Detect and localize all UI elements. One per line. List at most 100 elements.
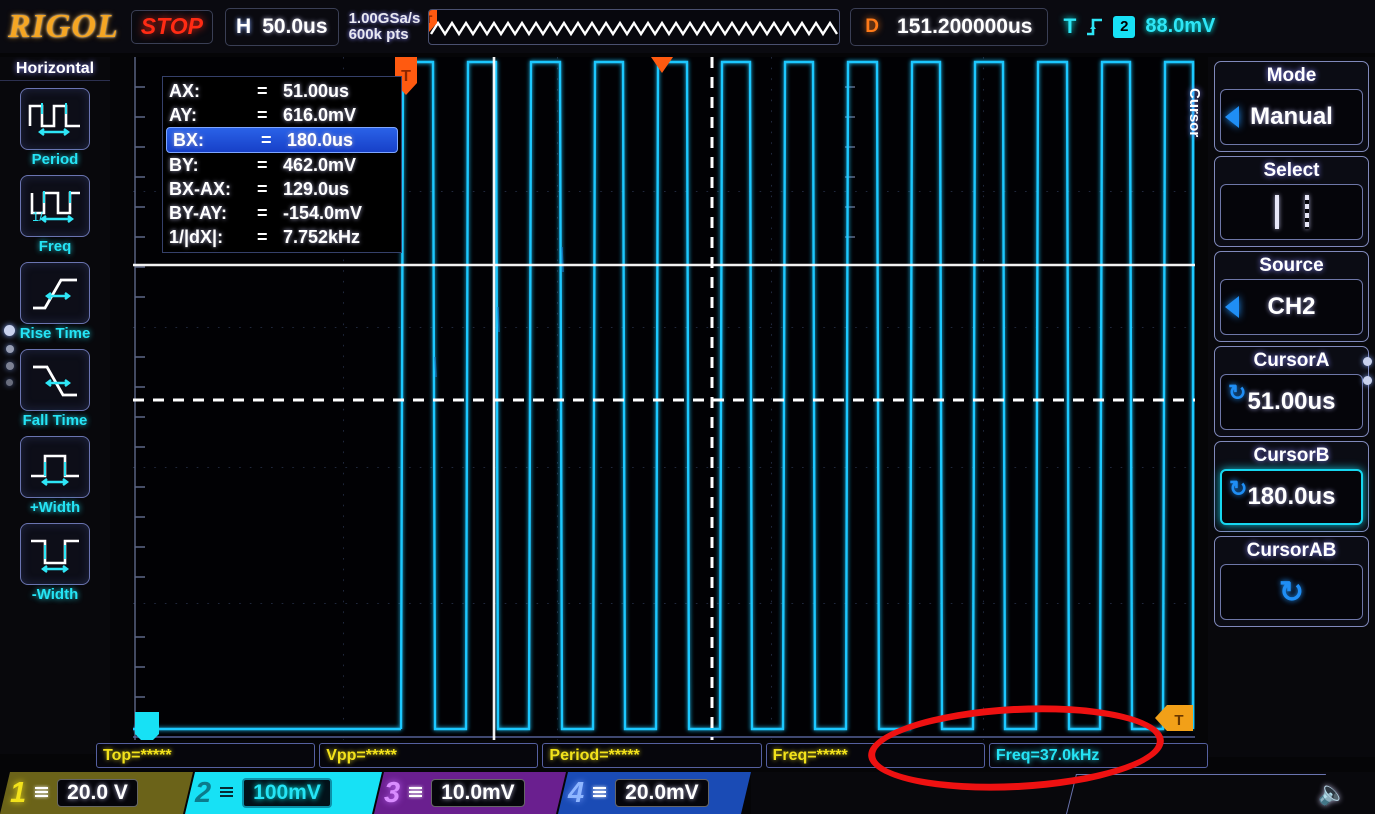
cursor-readout-eq: =: [257, 80, 268, 101]
channel-item-4[interactable]: 4 20.0mV: [558, 772, 751, 814]
acquisition-info: 1.00GSa/s 600k pts: [349, 11, 421, 42]
sidebar-item-positive-width[interactable]: +Width: [18, 436, 92, 516]
run-state-badge[interactable]: STOP: [130, 9, 214, 44]
rotary-knob-icon: ↻: [1278, 575, 1305, 609]
horizontal-label: H: [236, 14, 252, 38]
cursor-ab-field[interactable]: ↻: [1220, 564, 1363, 620]
sidebar-item-fall-time[interactable]: Fall Time: [18, 349, 92, 429]
cursor-readout-key: 1/|dX|:: [169, 226, 224, 247]
panel-page-indicator[interactable]: [1363, 357, 1372, 385]
left-arrow-icon: [1225, 296, 1239, 318]
svg-text:T: T: [428, 14, 433, 26]
cursor-readout-row-ay: AY: = 616.0mV: [163, 103, 401, 127]
source-title: Source: [1259, 255, 1324, 276]
menu-group-cursor-ab: CursorAB ↻: [1214, 536, 1369, 627]
sidebar-label-rise-time: Rise Time: [19, 325, 91, 342]
timebase-value: 50.0us: [262, 14, 328, 38]
svg-text:T: T: [1174, 712, 1183, 729]
speaker-mute-icon[interactable]: 🔈: [1318, 780, 1347, 807]
source-field[interactable]: CH2: [1220, 279, 1363, 335]
cursor-readout-row-by-ay: BY-AY: = -154.0mV: [163, 201, 401, 225]
svg-text:T: T: [401, 68, 411, 85]
sidebar-page-indicator[interactable]: [4, 325, 15, 386]
cursor-readout-eq: =: [261, 129, 272, 150]
page-dot: [5, 362, 14, 370]
solid-cursor-line-icon: [1274, 195, 1279, 229]
cursor-readout-key: AY:: [169, 104, 198, 125]
menu-group-source: Source CH2: [1214, 251, 1369, 342]
overview-trace: [430, 20, 839, 36]
negative-width-measure-icon: [20, 523, 90, 585]
sidebar-item-period[interactable]: Period: [18, 88, 92, 168]
measurement-item-top[interactable]: Top=*****: [96, 743, 316, 768]
channel-bar: 1 20.0 V 2 100mV 3 10.0mV 4 20.0mV 🔈: [0, 772, 1375, 814]
cursor-readout-row-by: BY: = 462.0mV: [163, 153, 401, 177]
page-dot: [6, 379, 13, 386]
menu-group-select: Select: [1214, 156, 1369, 247]
trigger-label: T: [1063, 14, 1077, 38]
dc-coupling-icon: [593, 787, 606, 797]
cursor-readout-value: -154.0mV: [283, 202, 363, 223]
ch2-ground-marker-icon: [135, 712, 159, 740]
channel-number: 1: [10, 776, 27, 809]
rotary-knob-icon: ↻: [1229, 476, 1248, 501]
cursor-readout-value: 129.0us: [283, 178, 350, 199]
trigger-box[interactable]: T 2 88.0mV: [1058, 8, 1222, 46]
sidebar-label-positive-width: +Width: [29, 499, 81, 516]
cursor-menu-panel: Mode Manual Select Source CH2 CursorA ↻ …: [1208, 57, 1375, 757]
rising-edge-icon: [1087, 18, 1103, 35]
delay-value: 151.200000us: [897, 14, 1033, 38]
cursor-readout-key: BX:: [173, 129, 204, 150]
mode-field[interactable]: Manual: [1220, 89, 1363, 145]
cursor-b-field-selected[interactable]: ↻ 180.0us: [1220, 469, 1363, 525]
measurement-item-freq-ch1[interactable]: Freq=*****: [765, 743, 985, 768]
cursor-readout-value: 180.0us: [287, 129, 354, 150]
cursor-readout-eq: =: [257, 154, 268, 175]
delay-box[interactable]: D 151.200000us: [850, 7, 1048, 46]
page-dot: [5, 345, 14, 353]
oscilloscope-screen: RIGOL STOP H 50.0us 1.00GSa/s 600k pts T…: [0, 0, 1375, 814]
trigger-source-badge: 2: [1113, 15, 1136, 38]
dashed-cursor-line-icon: [1304, 195, 1309, 229]
measurement-item-period[interactable]: Period=*****: [542, 743, 762, 768]
mode-title: Mode: [1266, 65, 1317, 86]
cursor-line-style-icons: [1274, 195, 1309, 229]
rigol-logo: RIGOL: [8, 7, 119, 45]
timebase-box[interactable]: H 50.0us: [225, 7, 339, 46]
channel-item-1[interactable]: 1 20.0 V: [0, 772, 193, 814]
mode-value: Manual: [1250, 103, 1333, 130]
cursor-readout-eq: =: [257, 104, 268, 125]
page-dot: [1363, 376, 1372, 385]
sidebar-item-freq[interactable]: 1/ Freq: [18, 175, 92, 255]
measure-sidebar: Horizontal Period 1/ Freq Rise Time Fall…: [0, 57, 110, 754]
channel-item-2-active[interactable]: 2 100mV: [185, 772, 382, 814]
dc-coupling-icon: [220, 787, 233, 797]
frequency-measure-icon: 1/: [20, 175, 90, 237]
channel-scale: 100mV: [242, 778, 332, 808]
cursor-ab-title: CursorAB: [1246, 540, 1337, 561]
cursor-readout-row-ax: AX: = 51.00us: [163, 79, 401, 103]
measurement-item-vpp[interactable]: Vpp=*****: [319, 743, 539, 768]
cursor-a-title: CursorA: [1253, 350, 1330, 371]
period-measure-icon: [20, 88, 90, 150]
svg-text:1/: 1/: [32, 209, 43, 224]
run-state-label: STOP: [140, 12, 204, 39]
channel-item-3[interactable]: 3 10.0mV: [374, 772, 566, 814]
cursor-readout-row-bx-ax: BX-AX: = 129.0us: [163, 177, 401, 201]
waveform-overview[interactable]: T: [428, 8, 841, 45]
cursor-readout-panel: AX: = 51.00us AY: = 616.0mV BX: = 180.0u…: [162, 76, 402, 253]
cursor-readout-value: 51.00us: [283, 80, 350, 101]
menu-group-cursor-a: CursorA ↻ 51.00us: [1214, 346, 1369, 437]
cursor-a-field[interactable]: ↻ 51.00us: [1220, 374, 1363, 430]
panel-divider: [1066, 774, 1326, 814]
cursor-menu-vertical-label: Cursor: [1186, 88, 1203, 138]
channel-number: 4: [568, 776, 585, 809]
menu-group-mode: Mode Manual: [1214, 61, 1369, 152]
cursor-readout-eq: =: [257, 178, 268, 199]
sidebar-item-negative-width[interactable]: -Width: [18, 523, 92, 603]
cursor-readout-row-bx-selected[interactable]: BX: = 180.0us: [166, 127, 398, 153]
measurement-item-freq-ch2[interactable]: Freq=37.0kHz: [988, 743, 1209, 768]
sidebar-item-rise-time[interactable]: Rise Time: [18, 262, 92, 342]
cursor-readout-key: BY-AY:: [169, 202, 228, 223]
select-field[interactable]: [1220, 184, 1363, 240]
